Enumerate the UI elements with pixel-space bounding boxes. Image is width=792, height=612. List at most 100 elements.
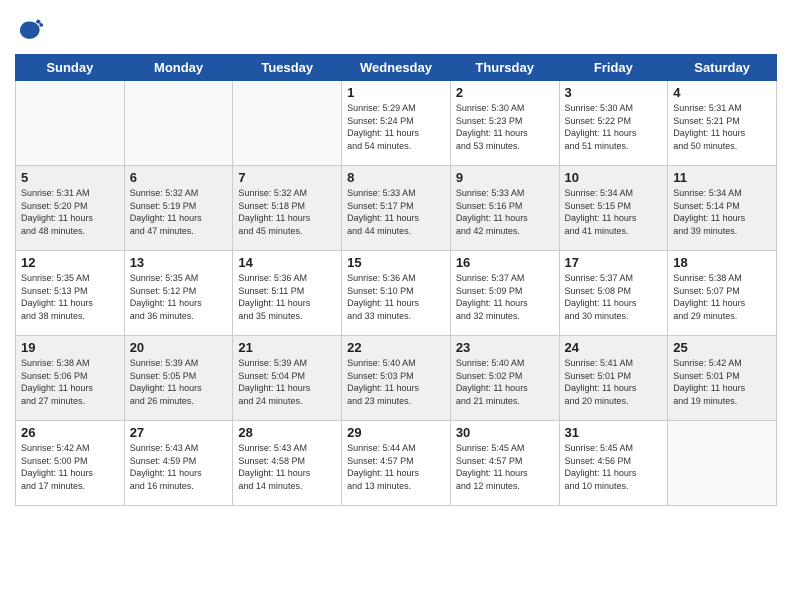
day-number: 1 (347, 85, 445, 100)
day-number: 8 (347, 170, 445, 185)
day-of-week-header: Monday (124, 55, 233, 81)
day-number: 18 (673, 255, 771, 270)
day-of-week-header: Wednesday (342, 55, 451, 81)
calendar-cell: 24 Sunrise: 5:41 AM Sunset: 5:01 PM Dayli… (559, 336, 668, 421)
calendar-week-row: 12 Sunrise: 5:35 AM Sunset: 5:13 PM Dayli… (16, 251, 777, 336)
calendar-cell: 22 Sunrise: 5:40 AM Sunset: 5:03 PM Dayli… (342, 336, 451, 421)
calendar-cell: 27 Sunrise: 5:43 AM Sunset: 4:59 PM Dayli… (124, 421, 233, 506)
day-of-week-header: Thursday (450, 55, 559, 81)
calendar-cell: 10 Sunrise: 5:34 AM Sunset: 5:15 PM Dayli… (559, 166, 668, 251)
day-info: Sunrise: 5:38 AM Sunset: 5:06 PM Dayligh… (21, 357, 119, 407)
day-number: 27 (130, 425, 228, 440)
day-number: 31 (565, 425, 663, 440)
day-number: 2 (456, 85, 554, 100)
day-number: 17 (565, 255, 663, 270)
day-info: Sunrise: 5:35 AM Sunset: 5:13 PM Dayligh… (21, 272, 119, 322)
day-of-week-header: Friday (559, 55, 668, 81)
day-info: Sunrise: 5:42 AM Sunset: 5:01 PM Dayligh… (673, 357, 771, 407)
calendar-cell: 5Sunrise: 5:31 AM Sunset: 5:20 PM Daylig… (16, 166, 125, 251)
calendar-cell: 30Sunrise: 5:45 AM Sunset: 4:57 PM Dayli… (450, 421, 559, 506)
day-number: 16 (456, 255, 554, 270)
day-info: Sunrise: 5:32 AM Sunset: 5:18 PM Dayligh… (238, 187, 336, 237)
day-info: Sunrise: 5:43 AM Sunset: 4:59 PM Dayligh… (130, 442, 228, 492)
day-number: 5 (21, 170, 119, 185)
day-info: Sunrise: 5:29 AM Sunset: 5:24 PM Dayligh… (347, 102, 445, 152)
day-number: 15 (347, 255, 445, 270)
day-number: 23 (456, 340, 554, 355)
day-number: 14 (238, 255, 336, 270)
day-number: 4 (673, 85, 771, 100)
calendar-cell: 28 Sunrise: 5:43 AM Sunset: 4:58 PM Dayli… (233, 421, 342, 506)
day-info: Sunrise: 5:38 AM Sunset: 5:07 PM Dayligh… (673, 272, 771, 322)
header (15, 10, 777, 46)
day-number: 20 (130, 340, 228, 355)
day-info: Sunrise: 5:30 AM Sunset: 5:23 PM Dayligh… (456, 102, 554, 152)
calendar-cell: 26Sunrise: 5:42 AM Sunset: 5:00 PM Dayli… (16, 421, 125, 506)
day-number: 24 (565, 340, 663, 355)
day-info: Sunrise: 5:43 AM Sunset: 4:58 PM Dayligh… (238, 442, 336, 492)
day-info: Sunrise: 5:33 AM Sunset: 5:16 PM Dayligh… (456, 187, 554, 237)
calendar-cell: 25 Sunrise: 5:42 AM Sunset: 5:01 PM Dayli… (668, 336, 777, 421)
calendar-week-row: 1 Sunrise: 5:29 AM Sunset: 5:24 PM Daylig… (16, 81, 777, 166)
calendar-cell: 15 Sunrise: 5:36 AM Sunset: 5:10 PM Dayli… (342, 251, 451, 336)
day-number: 9 (456, 170, 554, 185)
day-info: Sunrise: 5:39 AM Sunset: 5:05 PM Dayligh… (130, 357, 228, 407)
calendar-cell: 29Sunrise: 5:44 AM Sunset: 4:57 PM Dayli… (342, 421, 451, 506)
calendar-cell: 17Sunrise: 5:37 AM Sunset: 5:08 PM Dayli… (559, 251, 668, 336)
day-info: Sunrise: 5:40 AM Sunset: 5:03 PM Dayligh… (347, 357, 445, 407)
day-info: Sunrise: 5:33 AM Sunset: 5:17 PM Dayligh… (347, 187, 445, 237)
page: SundayMondayTuesdayWednesdayThursdayFrid… (0, 0, 792, 521)
logo-icon (15, 18, 43, 46)
calendar-cell: 2 Sunrise: 5:30 AM Sunset: 5:23 PM Daylig… (450, 81, 559, 166)
calendar-cell: 7 Sunrise: 5:32 AM Sunset: 5:18 PM Daylig… (233, 166, 342, 251)
day-info: Sunrise: 5:39 AM Sunset: 5:04 PM Dayligh… (238, 357, 336, 407)
calendar-cell: 18 Sunrise: 5:38 AM Sunset: 5:07 PM Dayli… (668, 251, 777, 336)
day-number: 13 (130, 255, 228, 270)
calendar-week-row: 5Sunrise: 5:31 AM Sunset: 5:20 PM Daylig… (16, 166, 777, 251)
day-info: Sunrise: 5:40 AM Sunset: 5:02 PM Dayligh… (456, 357, 554, 407)
day-number: 6 (130, 170, 228, 185)
day-info: Sunrise: 5:37 AM Sunset: 5:09 PM Dayligh… (456, 272, 554, 322)
calendar-cell: 31 Sunrise: 5:45 AM Sunset: 4:56 PM Dayli… (559, 421, 668, 506)
day-number: 22 (347, 340, 445, 355)
day-number: 25 (673, 340, 771, 355)
calendar-table: SundayMondayTuesdayWednesdayThursdayFrid… (15, 54, 777, 506)
day-info: Sunrise: 5:34 AM Sunset: 5:14 PM Dayligh… (673, 187, 771, 237)
day-number: 28 (238, 425, 336, 440)
day-info: Sunrise: 5:42 AM Sunset: 5:00 PM Dayligh… (21, 442, 119, 492)
calendar-cell: 1 Sunrise: 5:29 AM Sunset: 5:24 PM Daylig… (342, 81, 451, 166)
day-number: 11 (673, 170, 771, 185)
day-number: 7 (238, 170, 336, 185)
calendar-cell: 8 Sunrise: 5:33 AM Sunset: 5:17 PM Daylig… (342, 166, 451, 251)
day-number: 10 (565, 170, 663, 185)
day-of-week-header: Sunday (16, 55, 125, 81)
calendar-header-row: SundayMondayTuesdayWednesdayThursdayFrid… (16, 55, 777, 81)
day-info: Sunrise: 5:36 AM Sunset: 5:11 PM Dayligh… (238, 272, 336, 322)
calendar-cell (124, 81, 233, 166)
day-of-week-header: Tuesday (233, 55, 342, 81)
day-number: 21 (238, 340, 336, 355)
calendar-cell: 3 Sunrise: 5:30 AM Sunset: 5:22 PM Daylig… (559, 81, 668, 166)
day-info: Sunrise: 5:36 AM Sunset: 5:10 PM Dayligh… (347, 272, 445, 322)
calendar-cell: 12 Sunrise: 5:35 AM Sunset: 5:13 PM Dayli… (16, 251, 125, 336)
day-number: 30 (456, 425, 554, 440)
day-info: Sunrise: 5:30 AM Sunset: 5:22 PM Dayligh… (565, 102, 663, 152)
day-number: 3 (565, 85, 663, 100)
day-info: Sunrise: 5:34 AM Sunset: 5:15 PM Dayligh… (565, 187, 663, 237)
day-info: Sunrise: 5:35 AM Sunset: 5:12 PM Dayligh… (130, 272, 228, 322)
day-info: Sunrise: 5:32 AM Sunset: 5:19 PM Dayligh… (130, 187, 228, 237)
calendar-cell: 19 Sunrise: 5:38 AM Sunset: 5:06 PM Dayli… (16, 336, 125, 421)
logo (15, 18, 45, 46)
day-number: 19 (21, 340, 119, 355)
day-info: Sunrise: 5:45 AM Sunset: 4:56 PM Dayligh… (565, 442, 663, 492)
day-info: Sunrise: 5:41 AM Sunset: 5:01 PM Dayligh… (565, 357, 663, 407)
calendar-cell: 13 Sunrise: 5:35 AM Sunset: 5:12 PM Dayli… (124, 251, 233, 336)
day-number: 29 (347, 425, 445, 440)
calendar-cell (16, 81, 125, 166)
calendar-cell (668, 421, 777, 506)
calendar-cell: 16 Sunrise: 5:37 AM Sunset: 5:09 PM Dayli… (450, 251, 559, 336)
calendar-cell (233, 81, 342, 166)
calendar-week-row: 19 Sunrise: 5:38 AM Sunset: 5:06 PM Dayli… (16, 336, 777, 421)
calendar-cell: 4Sunrise: 5:31 AM Sunset: 5:21 PM Daylig… (668, 81, 777, 166)
day-number: 12 (21, 255, 119, 270)
